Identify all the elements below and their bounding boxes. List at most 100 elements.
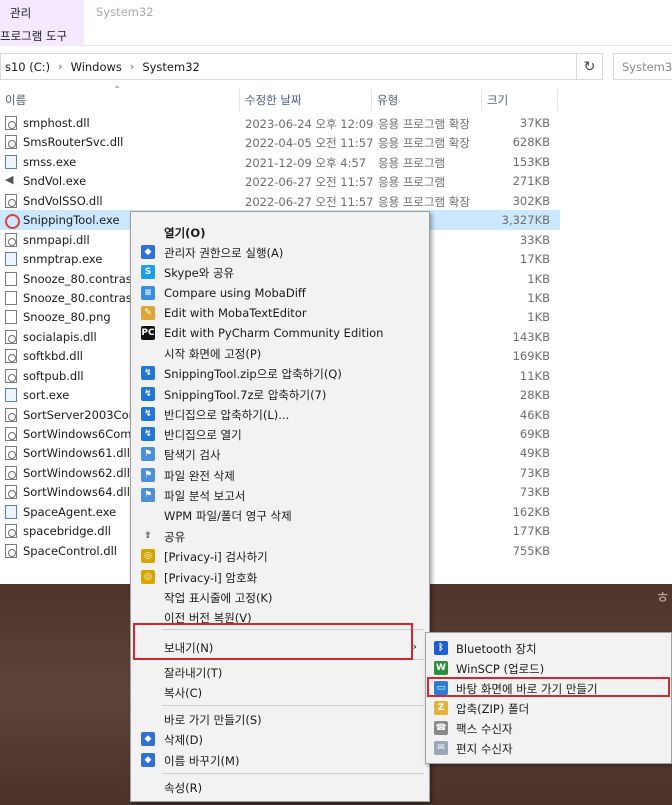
submenu-item-4[interactable]: ☎ 팩스 수신자 xyxy=(426,718,671,738)
context-menu: 열기(O) ◆ 관리자 권한으로 실행(A) S Skype와 공유 ≡ Compare u… xyxy=(130,211,430,802)
submenu-item-0[interactable]: ᛒ Bluetooth 장치 xyxy=(426,638,671,658)
mobadiff-icon: ≡ xyxy=(141,286,155,300)
menu-item-14[interactable]: WPM 파일/폴더 영구 삭제 xyxy=(131,505,429,525)
menu-item-3[interactable]: ≡ Compare using MobaDiff xyxy=(131,283,429,303)
tab-program-tools[interactable]: 프로그램 도구 xyxy=(0,24,84,46)
menu-item-22[interactable]: 복사(C) xyxy=(131,682,429,702)
menu-item-6[interactable]: 시작 화면에 고정(P) xyxy=(131,343,429,363)
search-input[interactable]: System32 xyxy=(613,53,672,80)
menu-item-23[interactable]: 바로 가기 만들기(S) xyxy=(131,709,429,729)
menu-item-label: 관리자 권한으로 실행(A) xyxy=(164,246,284,260)
zip-folder-icon: Z xyxy=(434,701,448,715)
file-size: 69KB xyxy=(519,427,550,441)
chevron-right-icon: › xyxy=(412,640,417,653)
menu-item-25[interactable]: ◆ 이름 바꾸기(M) xyxy=(131,750,429,770)
tab-manage[interactable]: 관리 xyxy=(0,0,84,24)
file-size: 3,327KB xyxy=(501,213,550,228)
file-date: 2021-12-09 오후 4:57 xyxy=(245,155,367,170)
file-name: SortWindows64.dll xyxy=(23,485,130,500)
menu-item-2[interactable]: S Skype와 공유 xyxy=(131,262,429,282)
menu-item-15[interactable]: ⇪ 공유 xyxy=(131,526,429,546)
column-header-date[interactable]: 수정한 날짜 xyxy=(240,89,372,111)
ribbon: 관리 프로그램 도구 System32 xyxy=(0,0,672,46)
menu-item-label: 바로 가기 만들기(S) xyxy=(164,713,262,727)
file-size: 628KB xyxy=(512,135,550,150)
menu-item-label: [Privacy-i] 암호화 xyxy=(164,571,258,585)
bandizip-icon: ↯ xyxy=(141,427,155,441)
menu-item-16[interactable]: ◎ [Privacy-i] 검사하기 xyxy=(131,546,429,566)
file-name: smss.exe xyxy=(23,154,77,169)
submenu-item-label: 팩스 수신자 xyxy=(456,722,513,736)
submenu-item-5[interactable]: ✉ 편지 수신자 xyxy=(426,738,671,758)
menu-item-label: 반디집으로 압축하기(L)... xyxy=(164,408,290,422)
address-bar[interactable]: s10 (C:) › Windows › System32 ⌄ xyxy=(0,53,601,80)
menu-item-5[interactable]: PC Edit with PyCharm Community Edition xyxy=(131,323,429,343)
refresh-button[interactable]: ↻ xyxy=(576,53,603,80)
menu-item-4[interactable]: ✎ Edit with MobaTextEditor xyxy=(131,303,429,323)
menu-item-label: Compare using MobaDiff xyxy=(164,286,306,300)
dll-file-icon xyxy=(5,116,17,130)
menu-item-label: [Privacy-i] 검사하기 xyxy=(164,550,268,564)
submenu-item-3[interactable]: Z 압축(ZIP) 폴더 xyxy=(426,698,671,718)
breadcrumb-drive[interactable]: s10 (C:) xyxy=(1,60,54,74)
menu-item-18[interactable]: 작업 표시줄에 고정(K) xyxy=(131,587,429,607)
file-size: 755KB xyxy=(512,543,550,558)
menu-item-label: 공유 xyxy=(164,530,186,544)
share-icon: ⇪ xyxy=(144,531,152,541)
submenu-item-1[interactable]: W WinSCP (업로드) xyxy=(426,658,671,678)
file-type: 응용 프로그램 xyxy=(378,155,446,170)
menu-item-24[interactable]: ◆ 삭제(D) xyxy=(131,729,429,749)
file-size: 28KB xyxy=(519,388,550,403)
menu-item-26[interactable]: 속성(R) xyxy=(131,777,429,797)
column-header-size[interactable]: 크기 xyxy=(482,89,558,111)
chevron-right-icon[interactable]: › xyxy=(126,60,138,73)
menu-item-17[interactable]: ◎ [Privacy-i] 암호화 xyxy=(131,567,429,587)
menu-item-11[interactable]: ⚑ 탐색기 검사 xyxy=(131,444,429,464)
file-type: 응용 프로그램 확장 xyxy=(378,194,470,209)
menu-item-1[interactable]: ◆ 관리자 권한으로 실행(A) xyxy=(131,242,429,262)
menu-item-label: WPM 파일/폴더 영구 삭제 xyxy=(164,509,292,523)
file-name: Snooze_80.contrast-b xyxy=(23,271,131,286)
breadcrumb-system32[interactable]: System32 xyxy=(138,60,204,74)
menu-item-label: SnippingTool.zip으로 압축하기(Q) xyxy=(164,367,342,381)
file-row[interactable]: smphost.dll 2023-06-24 오후 12:09 응용 프로그램 확장… xyxy=(0,113,560,132)
file-name: SortWindows62.dll xyxy=(23,465,130,480)
file-row[interactable]: SndVol.exe 2022-06-27 오전 11:57 응용 프로그램 271K… xyxy=(0,171,560,190)
menu-item-12[interactable]: ⚑ 파일 완전 삭제 xyxy=(131,465,429,485)
menu-item-label: 이름 바꾸기(M) xyxy=(164,754,240,768)
breadcrumb-windows[interactable]: Windows xyxy=(67,60,126,74)
file-size: 46KB xyxy=(519,407,550,422)
dll-file-icon xyxy=(5,465,17,480)
snipping-tool-icon xyxy=(5,213,20,230)
column-header-name[interactable]: 이름 xyxy=(0,89,240,111)
menu-item-label: 속성(R) xyxy=(164,781,203,795)
file-size: 1KB xyxy=(527,310,550,325)
file-row[interactable]: SndVolSSO.dll 2022-06-27 오전 11:57 응용 프로그램 … xyxy=(0,191,560,210)
file-name: SortWindows6Compa xyxy=(23,427,131,441)
menu-item-0[interactable]: 열기(O) xyxy=(131,222,429,242)
file-row[interactable]: smss.exe 2021-12-09 오후 4:57 응용 프로그램 153KB xyxy=(0,152,560,171)
shield-icon: ◆ xyxy=(141,753,155,767)
mobatext-icon: ✎ xyxy=(141,306,155,320)
menu-item-8[interactable]: ↯ SnippingTool.7z로 압축하기(7) xyxy=(131,384,429,404)
dll-file-icon xyxy=(5,485,17,500)
dll-file-icon xyxy=(5,446,17,461)
menu-item-13[interactable]: ⚑ 파일 분석 보고서 xyxy=(131,485,429,505)
av-icon: ⚑ xyxy=(141,447,155,461)
menu-item-9[interactable]: ↯ 반디집으로 압축하기(L)... xyxy=(131,404,429,424)
highlight-box-send-to xyxy=(133,623,413,660)
shield-icon: ◆ xyxy=(141,245,155,259)
file-name: SmsRouterSvc.dll xyxy=(23,135,124,150)
menu-item-label: SnippingTool.7z로 압축하기(7) xyxy=(164,388,327,402)
menu-item-21[interactable]: 잘라내기(T) xyxy=(131,662,429,682)
menu-item-10[interactable]: ↯ 반디집으로 열기 xyxy=(131,424,429,444)
chevron-right-icon[interactable]: › xyxy=(54,60,66,73)
winscp-icon: W xyxy=(434,661,448,675)
file-row[interactable]: SmsRouterSvc.dll 2022-04-05 오전 11:57 응용 프로… xyxy=(0,132,560,151)
file-type: 응용 프로그램 확장 xyxy=(378,117,470,131)
menu-item-label: 탐색기 검사 xyxy=(164,448,221,462)
bandizip-icon: ↯ xyxy=(141,407,155,421)
menu-item-7[interactable]: ↯ SnippingTool.zip으로 압축하기(Q) xyxy=(131,363,429,383)
column-header-type[interactable]: 유형 xyxy=(372,89,482,111)
av-icon: ⚑ xyxy=(141,488,155,502)
